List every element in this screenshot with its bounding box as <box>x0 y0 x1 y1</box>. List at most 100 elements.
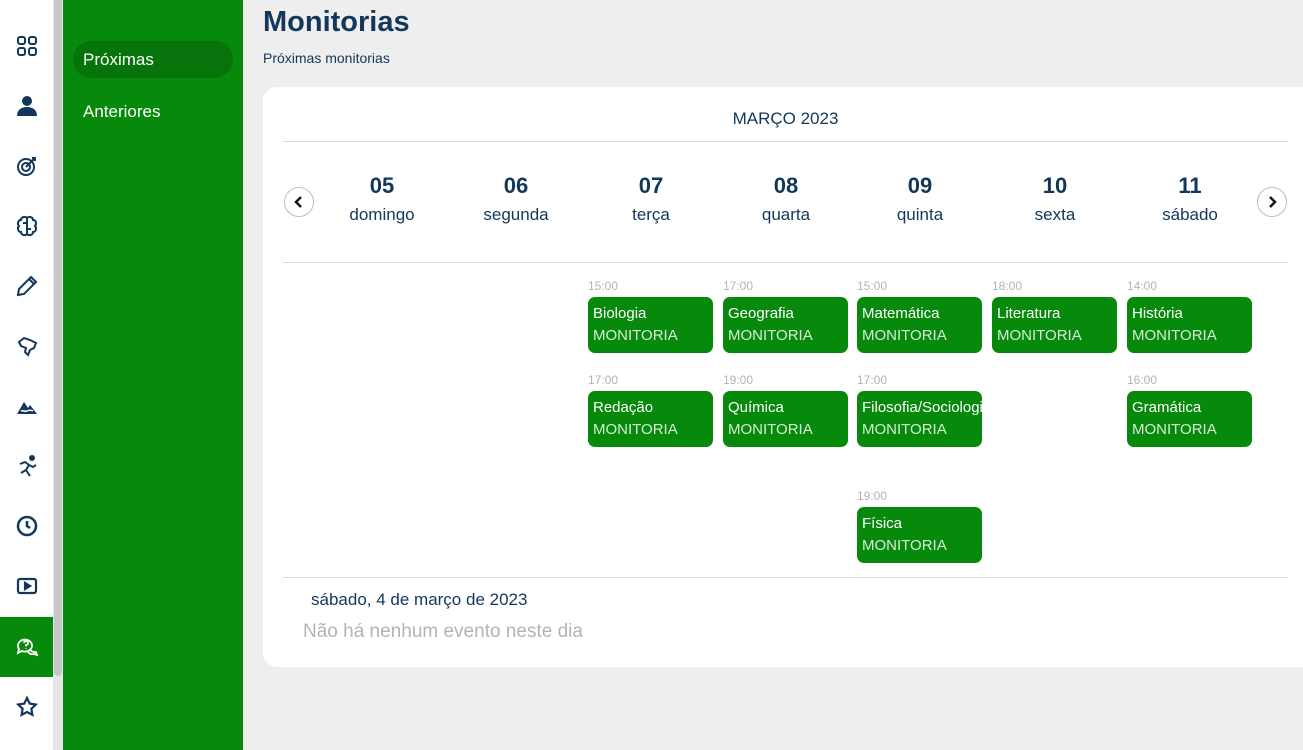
event-type: MONITORIA <box>593 327 678 344</box>
event-type: MONITORIA <box>1132 421 1217 438</box>
subnav-item-anteriores[interactable]: Anteriores <box>73 93 233 130</box>
event-title: Biologia <box>593 305 647 322</box>
event-title: Química <box>728 399 784 416</box>
rail-item-dashboard[interactable] <box>0 16 53 76</box>
event-card[interactable]: Geografia MONITORIA <box>723 297 848 353</box>
rail-item-writing[interactable] <box>0 256 53 316</box>
event-card[interactable]: Redação MONITORIA <box>588 391 713 447</box>
event-title: Geografia <box>728 305 794 322</box>
event-card[interactable]: Literatura MONITORIA <box>992 297 1117 353</box>
event-card[interactable]: Gramática MONITORIA <box>1127 391 1252 447</box>
prev-week-button[interactable] <box>284 187 314 217</box>
rail-scrollbar-thumb[interactable] <box>54 0 62 676</box>
rail-item-schedule[interactable] <box>0 496 53 556</box>
event-card[interactable]: Matemática MONITORIA <box>857 297 982 353</box>
day-number: 10 <box>1042 173 1068 198</box>
rail-item-nature[interactable] <box>0 376 53 436</box>
star-icon <box>15 695 38 717</box>
subnav: Próximas Anteriores <box>63 0 243 750</box>
event-time: 15:00 <box>857 279 888 293</box>
empty-events-message: Não há nenhum evento neste dia <box>303 621 583 642</box>
chat-question-icon <box>16 638 38 657</box>
event-card[interactable]: Física MONITORIA <box>857 507 982 563</box>
chevron-right-icon <box>1269 196 1277 208</box>
event-time: 17:00 <box>857 373 888 387</box>
rail-item-sports[interactable] <box>0 436 53 496</box>
day-number: 07 <box>638 173 664 198</box>
event-type: MONITORIA <box>862 537 947 554</box>
day-of-week: domingo <box>349 205 415 224</box>
event-title: História <box>1132 305 1183 322</box>
rail-item-monitorias[interactable] <box>0 617 53 677</box>
day-of-week: quarta <box>761 205 811 224</box>
event-title: Literatura <box>997 305 1061 322</box>
user-icon <box>16 96 37 116</box>
event-title: Gramática <box>1132 399 1202 416</box>
icon-rail <box>0 0 53 750</box>
calendar-card: MARÇO 2023 05 domingo 06 segunda 07 terça 08 qu… <box>263 87 1303 667</box>
subnav-item-proximas[interactable]: Próximas <box>73 41 233 78</box>
rail-item-brain[interactable] <box>0 196 53 256</box>
divider <box>283 262 1288 263</box>
event-title: Matemática <box>862 305 940 322</box>
day-number: 06 <box>503 173 529 198</box>
day-of-week: segunda <box>483 205 549 224</box>
event-card[interactable]: História MONITORIA <box>1127 297 1252 353</box>
rail-scrollbar[interactable] <box>53 0 63 750</box>
event-type: MONITORIA <box>862 421 947 438</box>
map-brazil-icon <box>17 336 37 357</box>
event-type: MONITORIA <box>997 327 1082 344</box>
mountain-icon <box>16 402 37 414</box>
chevron-left-icon <box>294 196 302 208</box>
runner-icon <box>19 455 37 477</box>
brain-icon <box>16 215 37 237</box>
rail-item-geography[interactable] <box>0 316 53 376</box>
day-column-header[interactable]: 09 quinta <box>860 173 980 225</box>
divider <box>283 577 1288 578</box>
page-subtitle: Próximas monitorias <box>263 50 390 66</box>
event-time: 17:00 <box>723 279 754 293</box>
day-of-week: quinta <box>896 205 944 224</box>
divider <box>283 141 1288 142</box>
event-time: 16:00 <box>1127 373 1158 387</box>
event-time: 14:00 <box>1127 279 1158 293</box>
pencil-icon <box>16 275 37 297</box>
video-icon <box>16 577 37 595</box>
day-number: 09 <box>907 173 933 198</box>
event-card[interactable]: Filosofia/Sociologia MONITORIA <box>857 391 992 447</box>
rail-item-favorites[interactable] <box>0 677 53 737</box>
target-icon <box>16 157 36 176</box>
month-label: MARÇO 2023 <box>732 109 839 128</box>
event-time: 17:00 <box>588 373 619 387</box>
day-column-header[interactable]: 10 sexta <box>995 173 1115 225</box>
next-week-button[interactable] <box>1257 187 1287 217</box>
rail-item-profile[interactable] <box>0 76 53 136</box>
day-column-header[interactable]: 07 terça <box>591 173 711 225</box>
selected-date: sábado, 4 de março de 2023 <box>311 590 528 609</box>
event-title: Filosofia/Sociologia <box>862 399 992 416</box>
event-card[interactable]: Química MONITORIA <box>723 391 848 447</box>
rail-item-goals[interactable] <box>0 136 53 196</box>
event-type: MONITORIA <box>728 327 813 344</box>
day-column-header[interactable]: 06 segunda <box>456 173 576 225</box>
grid-icon <box>16 36 37 56</box>
event-title: Redação <box>593 399 654 416</box>
day-number: 08 <box>773 173 799 198</box>
clock-icon <box>16 515 37 537</box>
day-column-header[interactable]: 08 quarta <box>726 173 846 225</box>
day-column-header[interactable]: 05 domingo <box>322 173 442 225</box>
event-type: MONITORIA <box>728 421 813 438</box>
event-time: 19:00 <box>723 373 754 387</box>
event-time: 15:00 <box>588 279 619 293</box>
event-type: MONITORIA <box>862 327 947 344</box>
event-type: MONITORIA <box>1132 327 1217 344</box>
event-time: 19:00 <box>857 489 888 503</box>
day-column-header[interactable]: 11 sábado <box>1130 173 1250 225</box>
day-of-week: sexta <box>1034 205 1076 224</box>
rail-item-videos[interactable] <box>0 556 53 616</box>
day-number: 11 <box>1178 173 1202 198</box>
page-title: Monitorias <box>263 6 410 38</box>
event-card[interactable]: Biologia MONITORIA <box>588 297 713 353</box>
day-of-week: sábado <box>1162 205 1218 224</box>
event-type: MONITORIA <box>593 421 678 438</box>
